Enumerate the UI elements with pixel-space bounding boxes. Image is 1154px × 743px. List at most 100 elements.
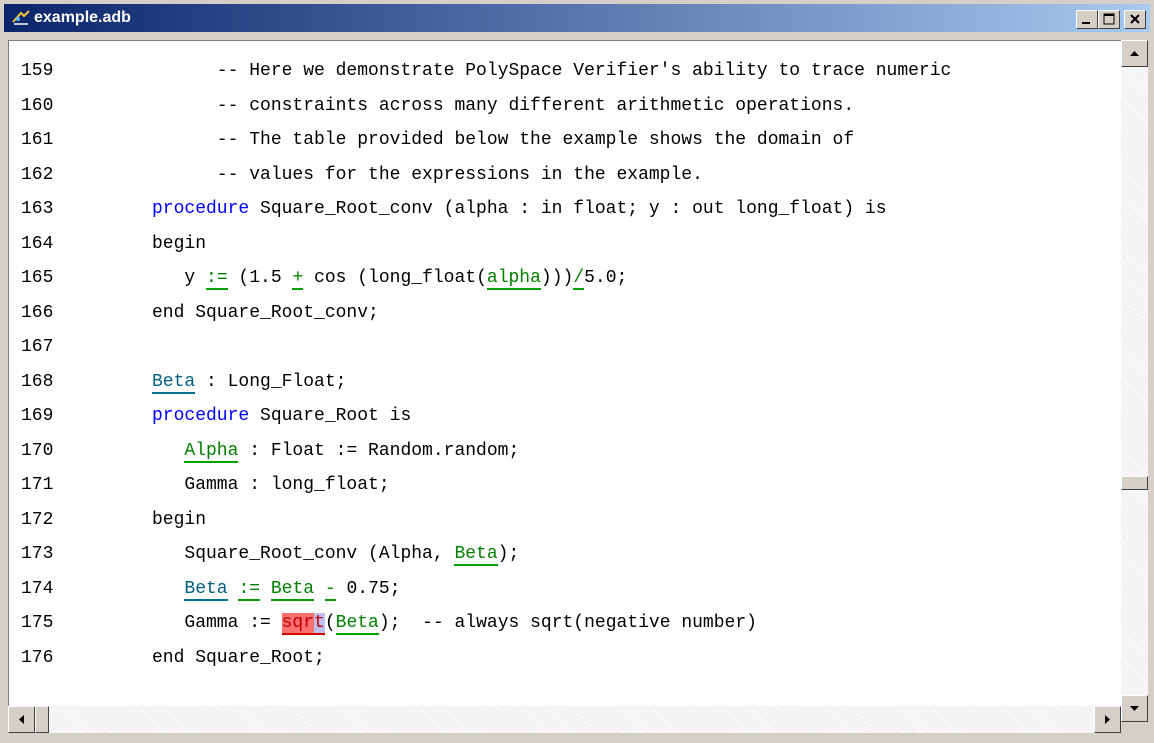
line-number: 165	[21, 268, 54, 288]
maximize-icon	[1103, 13, 1115, 25]
line-number: 163	[21, 199, 54, 219]
code-token: )))	[540, 268, 574, 288]
line-number: 167	[21, 337, 54, 357]
code-token: 5.0;	[584, 268, 628, 288]
scroll-up-button[interactable]	[1121, 40, 1148, 67]
scroll-corner	[1121, 722, 1148, 733]
code-token: end Square_Root;	[152, 647, 325, 668]
code-text[interactable]: end Square_Root_conv;	[152, 296, 379, 330]
arrow-right-icon	[1105, 715, 1110, 724]
green-check-token[interactable]: +	[292, 268, 304, 290]
code-token: );	[497, 544, 520, 564]
scroll-down-button[interactable]	[1121, 695, 1148, 722]
code-text[interactable]: begin	[152, 227, 206, 261]
line-number: 171	[21, 475, 54, 495]
horizontal-scroll-thumb[interactable]	[35, 706, 49, 733]
code-text[interactable]: -- values for the expressions in the exa…	[152, 158, 703, 192]
line-number: 172	[21, 509, 54, 530]
code-text[interactable]: procedure Square_Root_conv (alpha : in f…	[152, 192, 887, 226]
green-check-token[interactable]: Beta	[270, 578, 315, 601]
green-check-token[interactable]: Beta	[454, 544, 498, 566]
code-text[interactable]: Beta : Long_Float;	[152, 365, 346, 399]
green-check-token[interactable]: alpha	[486, 268, 541, 290]
code-text[interactable]: -- constraints across many different ari…	[152, 89, 854, 123]
ada-file-icon	[12, 10, 30, 26]
code-text[interactable]: Alpha : Float := Random.random;	[152, 434, 519, 468]
code-token: Gamma :=	[152, 613, 282, 633]
orange-check-token[interactable]: Beta	[184, 578, 228, 601]
code-token: -- values for the expressions in the exa…	[152, 164, 703, 185]
window-title: example.adb	[34, 9, 131, 26]
close-button[interactable]	[1124, 10, 1146, 29]
keyword-token: procedure	[152, 406, 250, 426]
scroll-left-button[interactable]	[8, 706, 35, 733]
line-number: 173	[21, 544, 54, 564]
code-token: Square_Root_conv (alpha : in float; y : …	[249, 199, 887, 219]
code-token: Square_Root is	[249, 406, 412, 426]
arrow-up-icon	[1130, 51, 1139, 56]
line-number: 168	[21, 371, 54, 392]
line-number: 169	[21, 406, 54, 426]
arrow-down-icon	[1130, 706, 1139, 711]
line-number: 170	[21, 440, 54, 461]
red-check-token[interactable]: sqr	[281, 613, 315, 635]
green-check-token[interactable]: -	[324, 578, 336, 601]
horizontal-scrollbar[interactable]	[8, 706, 1121, 733]
line-number: 166	[21, 302, 54, 323]
code-token: begin	[152, 233, 207, 254]
green-check-token[interactable]: Alpha	[184, 440, 239, 463]
code-text[interactable]: end Square_Root;	[152, 641, 325, 675]
code-token: -- constraints across many different ari…	[152, 95, 855, 116]
code-text[interactable]: -- The table provided below the example …	[152, 123, 854, 157]
minimize-icon	[1082, 22, 1090, 24]
code-token: y	[152, 268, 207, 288]
green-check-token[interactable]: :=	[206, 268, 228, 290]
code-text[interactable]: Square_Root_conv (Alpha, Beta);	[152, 537, 519, 571]
code-text[interactable]: y := (1.5 + cos (long_float(alpha)))/5.0…	[152, 261, 627, 295]
green-check-token[interactable]: :=	[238, 578, 261, 601]
code-token: begin	[152, 509, 207, 530]
title-bar[interactable]: example.adb	[4, 4, 1150, 32]
code-editor[interactable]: 159 -- Here we demonstrate PolySpace Ver…	[8, 40, 1121, 707]
line-number: 175	[21, 613, 54, 633]
code-token: -- The table provided below the example …	[152, 130, 855, 150]
code-text[interactable]: Beta := Beta - 0.75;	[152, 572, 401, 606]
code-token: Square_Root_conv (Alpha,	[152, 544, 455, 564]
code-token: : Long_Float;	[195, 371, 347, 392]
vertical-scroll-thumb[interactable]	[1121, 476, 1148, 490]
code-token: end Square_Root_conv;	[152, 302, 379, 323]
line-number: 159	[21, 61, 54, 81]
line-number: 176	[21, 647, 54, 668]
red-check-token[interactable]: t	[314, 613, 325, 635]
scroll-right-button[interactable]	[1094, 706, 1121, 733]
line-number: 162	[21, 164, 54, 185]
green-check-token[interactable]: Beta	[335, 613, 379, 635]
code-text[interactable]: procedure Square_Root is	[152, 399, 411, 433]
code-text[interactable]: begin	[152, 503, 206, 537]
maximize-button[interactable]	[1098, 10, 1120, 29]
arrow-left-icon	[19, 715, 24, 724]
green-check-token[interactable]: /	[573, 268, 585, 290]
code-token: ); -- always sqrt(negative number)	[378, 613, 757, 633]
line-number: 164	[21, 233, 54, 254]
orange-check-token[interactable]: Beta	[152, 371, 196, 394]
code-token: -- Here we demonstrate PolySpace Verifie…	[152, 61, 952, 81]
code-token: cos (long_float(	[303, 268, 487, 288]
code-text[interactable]: -- Here we demonstrate PolySpace Verifie…	[152, 54, 952, 88]
code-token: 0.75;	[335, 578, 401, 599]
code-token: Gamma : long_float;	[152, 475, 390, 495]
keyword-token: procedure	[152, 199, 250, 219]
code-token: : Float := Random.random;	[238, 440, 520, 461]
code-text[interactable]: Gamma : long_float;	[152, 468, 390, 502]
vertical-scrollbar[interactable]	[1121, 40, 1148, 722]
close-icon	[1130, 14, 1140, 24]
line-number: 160	[21, 95, 54, 116]
editor-window: example.adb 159 -- Here we demonstrate P…	[0, 0, 1154, 743]
code-text[interactable]: Gamma := sqrt(Beta); -- always sqrt(nega…	[152, 606, 757, 640]
minimize-button[interactable]	[1076, 10, 1098, 29]
